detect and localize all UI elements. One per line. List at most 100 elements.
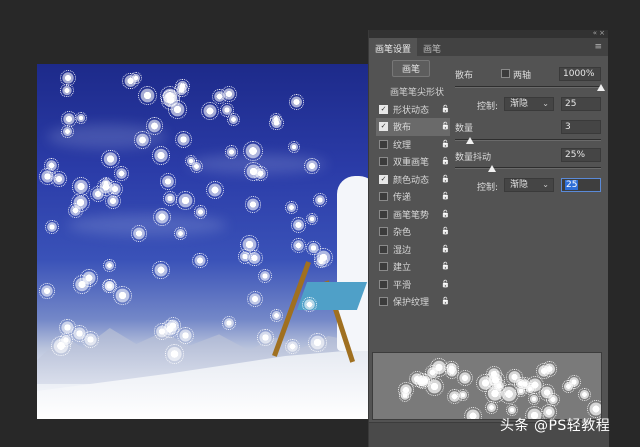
snowflake-icon bbox=[200, 102, 219, 120]
snowflake-icon bbox=[291, 237, 307, 253]
double-chevron-icon[interactable]: « bbox=[593, 29, 597, 37]
snowflake-icon bbox=[99, 177, 112, 190]
snowflake-icon bbox=[289, 94, 305, 110]
sidebar-item-checkbox[interactable] bbox=[379, 139, 388, 149]
snowflake-icon bbox=[145, 117, 164, 135]
snowflake-icon bbox=[67, 202, 83, 218]
sidebar-item[interactable]: ✓ 形状动态 🔓 bbox=[376, 101, 450, 119]
sidebar-item[interactable]: 传递 🔓 bbox=[376, 188, 450, 206]
sidebar-item[interactable]: 建立 🔓 bbox=[376, 258, 450, 276]
count-jitter-label: 数量抖动 bbox=[455, 153, 492, 163]
lock-icon[interactable]: 🔓 bbox=[441, 210, 450, 218]
sidebar-item-label: 保护纹理 bbox=[393, 298, 430, 309]
sidebar-item[interactable]: 双重画笔 🔓 bbox=[376, 153, 450, 171]
sidebar-item-checkbox[interactable] bbox=[379, 192, 388, 202]
count-jitter-control-dropdown[interactable]: 渐隐 ⌄ bbox=[504, 178, 554, 192]
snowflake-icon bbox=[398, 388, 412, 402]
snowflake-icon bbox=[456, 370, 473, 387]
count-value-field[interactable]: 3 bbox=[561, 120, 601, 134]
snowflake-icon bbox=[71, 177, 91, 196]
sidebar-item-checkbox[interactable] bbox=[379, 297, 388, 307]
sidebar-item-checkbox[interactable] bbox=[379, 209, 388, 219]
sidebar-item[interactable]: ✓ 颜色动态 🔓 bbox=[376, 171, 450, 189]
snowflake-icon bbox=[258, 269, 273, 284]
snowflake-icon bbox=[193, 205, 208, 219]
sidebar-item-checkbox[interactable] bbox=[379, 279, 388, 289]
lock-icon[interactable]: 🔓 bbox=[441, 227, 450, 235]
close-icon[interactable]: × bbox=[599, 29, 605, 37]
sidebar-item-label: 建立 bbox=[393, 263, 412, 274]
lock-icon[interactable]: 🔓 bbox=[441, 105, 450, 113]
snowflake-icon bbox=[114, 166, 129, 181]
both-axes-checkbox[interactable] bbox=[501, 69, 510, 78]
snowflake-icon bbox=[153, 208, 171, 226]
snowflake-icon bbox=[284, 200, 299, 215]
sidebar-item-label: 散布 bbox=[393, 123, 412, 134]
lock-icon[interactable]: 🔓 bbox=[441, 140, 450, 148]
sidebar-item-checkbox[interactable] bbox=[379, 227, 388, 237]
scatter-slider[interactable] bbox=[455, 86, 601, 88]
snowflake-icon bbox=[160, 85, 181, 106]
sidebar-item[interactable]: 湿边 🔓 bbox=[376, 241, 450, 259]
count-jitter-control-label: 控制: bbox=[477, 183, 499, 193]
count-jitter-control-number-text: 25 bbox=[565, 180, 579, 190]
snowflake-icon bbox=[301, 296, 318, 313]
sidebar-item[interactable]: 画笔笔尖形状 bbox=[376, 83, 450, 101]
sidebar-item[interactable]: 平滑 🔓 bbox=[376, 276, 450, 294]
both-axes-label: 两轴 bbox=[513, 71, 532, 81]
snowflake-icon bbox=[163, 191, 178, 206]
snowflake-icon bbox=[243, 141, 264, 161]
brush-settings-panel: « × 画笔设置 画笔 ≡ 画笔 画笔笔尖形状 ✓ 形状动态 🔓 ✓ 散布 🔓 纹理 🔓 双重画笔… bbox=[368, 29, 609, 447]
count-jitter-slider[interactable] bbox=[455, 167, 601, 169]
brush-presets-button[interactable]: 画笔 bbox=[392, 60, 430, 77]
sidebar-item-checkbox[interactable] bbox=[379, 157, 388, 167]
count-label: 数量 bbox=[455, 124, 474, 134]
sidebar-item-checkbox[interactable]: ✓ bbox=[379, 104, 388, 114]
count-jitter-control-number[interactable]: 25 bbox=[561, 178, 601, 192]
sidebar-item[interactable]: 纹理 🔓 bbox=[376, 136, 450, 154]
lock-icon[interactable]: 🔓 bbox=[441, 157, 450, 165]
snowflake-icon bbox=[175, 191, 195, 210]
count-jitter-value-field[interactable]: 25% bbox=[561, 148, 601, 162]
snowflake-icon bbox=[72, 275, 92, 295]
count-slider[interactable] bbox=[455, 139, 601, 141]
sidebar-item-label: 传递 bbox=[393, 193, 412, 204]
scatter-control-number[interactable]: 25 bbox=[561, 97, 601, 111]
scatter-slider-knob[interactable] bbox=[597, 84, 605, 91]
tab-brushes[interactable]: 画笔 bbox=[417, 38, 447, 56]
lock-icon[interactable]: 🔓 bbox=[441, 280, 450, 288]
document-canvas[interactable] bbox=[37, 64, 368, 419]
snowflake-icon bbox=[546, 392, 560, 407]
scatter-value-field[interactable]: 1000% bbox=[559, 67, 601, 81]
snowflake-icon bbox=[129, 71, 143, 85]
sidebar-item-label: 颜色动态 bbox=[393, 175, 430, 186]
lock-icon[interactable]: 🔓 bbox=[441, 122, 450, 130]
sidebar-item-checkbox[interactable]: ✓ bbox=[379, 122, 388, 132]
sidebar-item-checkbox[interactable]: ✓ bbox=[379, 174, 388, 184]
tab-brush-settings[interactable]: 画笔设置 bbox=[369, 38, 418, 56]
sidebar-item-checkbox[interactable] bbox=[379, 262, 388, 272]
lock-icon[interactable]: 🔓 bbox=[441, 297, 450, 305]
count-jitter-slider-knob[interactable] bbox=[487, 165, 496, 172]
panel-titlebar[interactable]: « × bbox=[369, 29, 608, 38]
sidebar-item[interactable]: ✓ 散布 🔓 bbox=[376, 118, 450, 136]
lock-icon[interactable]: 🔓 bbox=[441, 245, 450, 253]
sidebar-item[interactable]: 保护纹理 🔓 bbox=[376, 293, 450, 311]
sidebar-item-label: 纹理 bbox=[393, 140, 412, 151]
sidebar-item-label: 双重画笔 bbox=[393, 158, 430, 169]
sidebar-item[interactable]: 画笔笔势 🔓 bbox=[376, 206, 450, 224]
chevron-down-icon: ⌄ bbox=[542, 180, 549, 189]
snowflake-icon bbox=[176, 326, 195, 345]
snowflake-icon bbox=[566, 375, 581, 390]
scatter-control-dropdown[interactable]: 渐隐 ⌄ bbox=[504, 97, 554, 111]
brush-stroke-preview bbox=[372, 352, 602, 420]
lock-icon[interactable]: 🔓 bbox=[441, 192, 450, 200]
snowflake-icon bbox=[160, 173, 177, 190]
snowflake-icon bbox=[446, 388, 462, 405]
sidebar-item[interactable]: 杂色 🔓 bbox=[376, 223, 450, 241]
sidebar-item-checkbox[interactable] bbox=[379, 244, 388, 254]
lock-icon[interactable]: 🔓 bbox=[441, 262, 450, 270]
panel-menu-icon[interactable]: ≡ bbox=[594, 42, 602, 52]
lock-icon[interactable]: 🔓 bbox=[441, 175, 450, 183]
count-slider-knob[interactable] bbox=[465, 137, 474, 144]
